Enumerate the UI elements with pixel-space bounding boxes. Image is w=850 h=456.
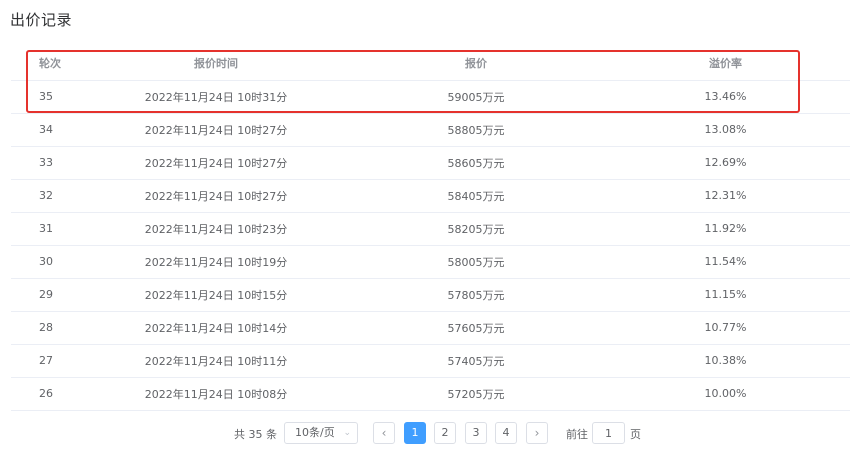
cell-bid-price: 57805万元 [351, 278, 601, 312]
cell-premium-rate: 13.08% [601, 113, 850, 147]
table-header-row: 轮次 报价时间 报价 溢价率 [11, 47, 850, 81]
table-row: 27 2022年11月24日 10时11分 57405万元 10.38% [11, 344, 850, 378]
cell-bid-time: 2022年11月24日 10时31分 [81, 80, 351, 114]
cell-bid-time: 2022年11月24日 10时27分 [81, 146, 351, 180]
table-row: 35 2022年11月24日 10时31分 59005万元 13.46% [11, 80, 850, 114]
cell-premium-rate: 10.77% [601, 311, 850, 345]
cell-bid-price: 58605万元 [351, 146, 601, 180]
chevron-right-icon: › [534, 426, 540, 440]
table-row: 26 2022年11月24日 10时08分 57205万元 10.00% [11, 377, 850, 411]
table-row: 34 2022年11月24日 10时27分 58805万元 13.08% [11, 113, 850, 147]
prev-page-button[interactable]: ‹ [373, 422, 395, 444]
cell-round: 34 [11, 113, 81, 147]
table-row: 31 2022年11月24日 10时23分 58205万元 11.92% [11, 212, 850, 246]
cell-bid-price: 58005万元 [351, 245, 601, 279]
cell-round: 26 [11, 377, 81, 411]
header-premium-rate[interactable]: 溢价率 [601, 47, 850, 81]
cell-bid-price: 57605万元 [351, 311, 601, 345]
section-title: 出价记录 [10, 11, 73, 29]
goto-page-input[interactable] [592, 422, 625, 444]
cell-round: 33 [11, 146, 81, 180]
page-button-4[interactable]: 4 [495, 422, 517, 444]
cell-round: 27 [11, 344, 81, 378]
cell-bid-price: 59005万元 [351, 80, 601, 114]
header-round[interactable]: 轮次 [11, 47, 81, 81]
cell-bid-time: 2022年11月24日 10时14分 [81, 311, 351, 345]
header-bid-time[interactable]: 报价时间 [81, 47, 351, 81]
page-button-2[interactable]: 2 [434, 422, 456, 444]
next-page-button[interactable]: › [526, 422, 548, 444]
cell-bid-price: 57205万元 [351, 377, 601, 411]
cell-bid-price: 58805万元 [351, 113, 601, 147]
cell-bid-time: 2022年11月24日 10时27分 [81, 179, 351, 213]
chevron-left-icon: ‹ [381, 426, 387, 440]
page-size-value: 10条/页 [295, 426, 335, 439]
cell-bid-time: 2022年11月24日 10时11分 [81, 344, 351, 378]
header-bid-price[interactable]: 报价 [351, 47, 601, 81]
cell-bid-price: 57405万元 [351, 344, 601, 378]
cell-round: 35 [11, 80, 81, 114]
table-row: 32 2022年11月24日 10时27分 58405万元 12.31% [11, 179, 850, 213]
cell-bid-time: 2022年11月24日 10时19分 [81, 245, 351, 279]
cell-round: 31 [11, 212, 81, 246]
cell-round: 28 [11, 311, 81, 345]
cell-premium-rate: 12.31% [601, 179, 850, 213]
cell-round: 32 [11, 179, 81, 213]
cell-premium-rate: 11.54% [601, 245, 850, 279]
page-button-1[interactable]: 1 [404, 422, 426, 444]
table-row: 28 2022年11月24日 10时14分 57605万元 10.77% [11, 311, 850, 345]
cell-bid-price: 58205万元 [351, 212, 601, 246]
cell-premium-rate: 11.92% [601, 212, 850, 246]
pagination: 共 35 条 10条/页 ⌄ ‹ 1 2 3 4 › 前往 页 [0, 422, 850, 444]
cell-bid-time: 2022年11月24日 10时15分 [81, 278, 351, 312]
goto-suffix: 页 [630, 428, 641, 441]
chevron-down-icon: ⌄ [343, 428, 351, 438]
page-size-select[interactable]: 10条/页 ⌄ [284, 422, 358, 444]
total-count: 共 35 条 [234, 428, 277, 441]
cell-premium-rate: 10.38% [601, 344, 850, 378]
cell-premium-rate: 12.69% [601, 146, 850, 180]
table-row: 33 2022年11月24日 10时27分 58605万元 12.69% [11, 146, 850, 180]
table-row: 29 2022年11月24日 10时15分 57805万元 11.15% [11, 278, 850, 312]
cell-round: 30 [11, 245, 81, 279]
cell-round: 29 [11, 278, 81, 312]
cell-premium-rate: 10.00% [601, 377, 850, 411]
cell-bid-price: 58405万元 [351, 179, 601, 213]
cell-premium-rate: 11.15% [601, 278, 850, 312]
cell-bid-time: 2022年11月24日 10时08分 [81, 377, 351, 411]
cell-premium-rate: 13.46% [601, 80, 850, 114]
page-button-3[interactable]: 3 [465, 422, 487, 444]
table-row: 30 2022年11月24日 10时19分 58005万元 11.54% [11, 245, 850, 279]
goto-label: 前往 [566, 428, 588, 441]
bid-record-table: 轮次 报价时间 报价 溢价率 35 2022年11月24日 10时31分 59005… [11, 47, 850, 411]
cell-bid-time: 2022年11月24日 10时27分 [81, 113, 351, 147]
cell-bid-time: 2022年11月24日 10时23分 [81, 212, 351, 246]
